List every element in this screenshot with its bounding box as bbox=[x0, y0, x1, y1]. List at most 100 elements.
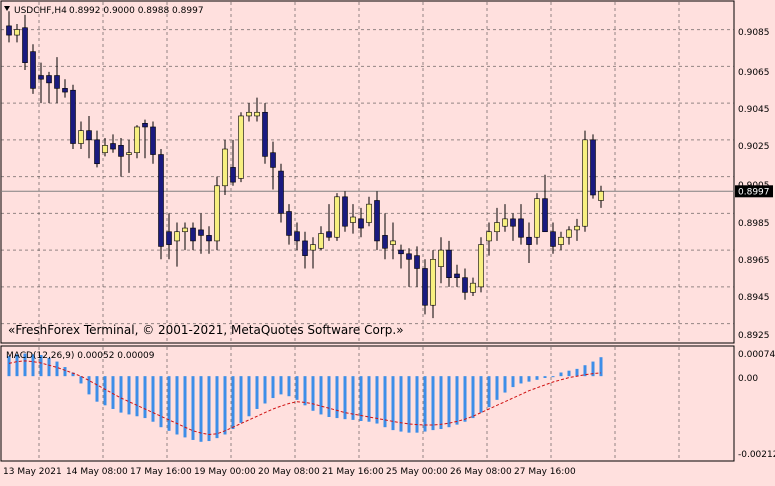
macd-bar bbox=[439, 376, 443, 430]
candle-body bbox=[118, 145, 124, 157]
candle-body bbox=[406, 253, 412, 260]
candle-body bbox=[598, 190, 604, 201]
macd-bar bbox=[303, 376, 307, 406]
price-label: 0.8945 bbox=[738, 293, 770, 303]
candle-body bbox=[326, 231, 332, 238]
candle-body bbox=[526, 236, 532, 245]
triangle-down-icon[interactable] bbox=[4, 6, 10, 11]
candle-body bbox=[342, 196, 348, 227]
macd-bar bbox=[495, 376, 499, 400]
time-label: 20 May 08:00 bbox=[258, 467, 320, 477]
candle-body bbox=[518, 218, 524, 238]
macd-bar bbox=[295, 376, 299, 400]
macd-bar bbox=[167, 376, 171, 431]
candle-body bbox=[294, 231, 300, 242]
macd-bar bbox=[279, 376, 283, 395]
candle-body bbox=[534, 198, 540, 238]
macd-axis-label: 0.00 bbox=[738, 374, 758, 384]
macd-bar bbox=[319, 376, 323, 415]
candle-body bbox=[438, 249, 444, 267]
candle-body bbox=[430, 258, 436, 306]
macd-bar bbox=[263, 376, 267, 404]
price-panel-frame bbox=[0, 0, 735, 344]
macd-bar bbox=[135, 376, 139, 417]
macd-bar bbox=[359, 376, 363, 421]
candle-body bbox=[110, 143, 116, 150]
macd-bar bbox=[311, 376, 315, 411]
time-label: 26 May 08:00 bbox=[450, 467, 512, 477]
candle-body bbox=[414, 255, 420, 269]
macd-bar bbox=[519, 376, 523, 384]
macd-bar bbox=[375, 376, 379, 424]
candle-body bbox=[502, 218, 508, 227]
watermark: «FreshForex Terminal, © 2001-2021, MetaQ… bbox=[8, 323, 404, 337]
symbol-timeframe: USDCHF,H4 bbox=[14, 6, 67, 16]
candle-body bbox=[574, 225, 580, 231]
price-label: 0.9065 bbox=[738, 68, 770, 78]
macd-bar bbox=[255, 376, 259, 409]
candle-body bbox=[262, 111, 268, 157]
macd-bar bbox=[487, 376, 491, 408]
candle-body bbox=[22, 27, 28, 63]
candle-body bbox=[366, 203, 372, 223]
candle-body bbox=[270, 152, 276, 168]
candle-body bbox=[46, 75, 52, 84]
candle-body bbox=[78, 130, 84, 144]
macd-bar bbox=[367, 376, 371, 422]
candle-body bbox=[446, 249, 452, 278]
candle-body bbox=[302, 240, 308, 256]
current-price-label: 0.8997 bbox=[738, 187, 770, 197]
candle-body bbox=[398, 249, 404, 255]
time-label: 25 May 00:00 bbox=[386, 467, 448, 477]
macd-bar bbox=[207, 376, 211, 442]
time-label: 27 May 16:00 bbox=[514, 467, 576, 477]
price-label: 0.8965 bbox=[738, 256, 770, 266]
price-label: 0.8925 bbox=[738, 331, 770, 341]
candles bbox=[6, 11, 604, 319]
candle-body bbox=[350, 216, 356, 223]
candle-body bbox=[254, 111, 260, 117]
time-label: 21 May 16:00 bbox=[322, 467, 384, 477]
candle-body bbox=[142, 122, 148, 128]
candle-body bbox=[542, 198, 548, 233]
macd-bar bbox=[215, 376, 219, 439]
candle-body bbox=[510, 218, 516, 227]
macd-bar bbox=[103, 376, 107, 406]
macd-bar bbox=[87, 376, 91, 395]
macd-bar bbox=[391, 376, 395, 431]
candle-body bbox=[550, 231, 556, 247]
macd-indicator-label: MACD(12,26,9) 0.00052 0.00009 bbox=[6, 351, 155, 361]
candle-body bbox=[358, 218, 364, 229]
candle-body bbox=[6, 25, 12, 36]
chart-window[interactable]: USDCHF,H4 0.8992 0.9000 0.8988 0.8997 «F… bbox=[0, 0, 775, 482]
candle-body bbox=[486, 231, 492, 242]
candle-body bbox=[230, 167, 236, 183]
candle-body bbox=[190, 227, 196, 242]
macd-bar bbox=[479, 376, 483, 413]
price-label: 0.9045 bbox=[738, 105, 770, 115]
candle-body bbox=[150, 126, 156, 155]
macd-bar bbox=[239, 376, 243, 423]
candle-body bbox=[422, 268, 428, 306]
price-label: 0.8985 bbox=[738, 219, 770, 229]
macd-bar bbox=[191, 376, 195, 440]
macd-bar bbox=[463, 376, 467, 422]
macd-bar bbox=[335, 376, 339, 419]
macd-bar bbox=[151, 376, 155, 422]
candle-body bbox=[470, 282, 476, 293]
macd-bar bbox=[471, 376, 475, 419]
candle-body bbox=[222, 148, 228, 187]
candle-body bbox=[478, 244, 484, 288]
macd-bar bbox=[199, 376, 203, 442]
time-label: 14 May 08:00 bbox=[66, 467, 128, 477]
chart-canvas[interactable]: USDCHF,H4 0.8992 0.9000 0.8988 0.8997 «F… bbox=[0, 0, 775, 482]
candle-body bbox=[158, 154, 164, 247]
macd-axis-label: 0.00074 bbox=[738, 350, 775, 360]
candle-body bbox=[238, 115, 244, 179]
macd-bar bbox=[455, 376, 459, 425]
macd-bar bbox=[567, 370, 571, 377]
macd-bar bbox=[247, 376, 251, 417]
candle-body bbox=[494, 222, 500, 233]
macd-bar bbox=[271, 376, 275, 399]
candle-body bbox=[462, 277, 468, 293]
